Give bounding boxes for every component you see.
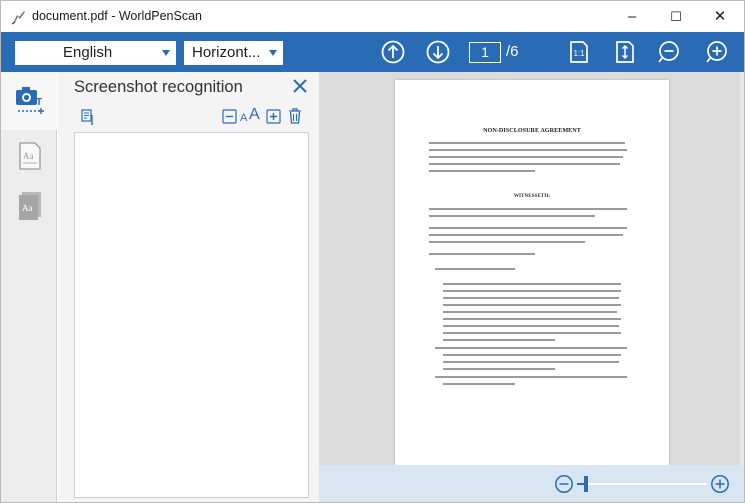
svg-text:1:1: 1:1 xyxy=(573,49,585,58)
close-icon[interactable] xyxy=(290,76,310,96)
svg-text:Aa: Aa xyxy=(22,203,33,213)
text-line xyxy=(429,215,595,217)
panel-title: Screenshot recognition xyxy=(74,78,243,96)
recognized-text-area[interactable] xyxy=(74,132,309,498)
minimize-button[interactable]: – xyxy=(617,5,647,29)
text-line xyxy=(429,156,623,158)
language-value: English xyxy=(63,44,113,61)
font-small-label: A xyxy=(240,112,248,124)
text-line xyxy=(435,347,627,349)
text-line xyxy=(443,311,617,313)
text-line xyxy=(443,318,621,320)
text-line xyxy=(429,253,535,255)
font-large-label: A xyxy=(249,106,260,123)
text-line xyxy=(429,142,625,144)
toolbar: English Horizont... 1 /6 1:1 xyxy=(1,32,744,72)
text-line xyxy=(429,170,535,172)
zoom-slider-track[interactable] xyxy=(577,483,707,485)
chevron-down-icon xyxy=(162,50,170,56)
text-line xyxy=(443,332,621,334)
zoom-out-button-icon[interactable] xyxy=(554,474,574,494)
text-line xyxy=(443,304,621,306)
text-line xyxy=(429,227,627,229)
text-line xyxy=(443,354,621,356)
fit-page-icon[interactable] xyxy=(612,39,638,65)
page-total: /6 xyxy=(506,43,519,60)
previous-page-icon[interactable] xyxy=(380,39,406,65)
panel-toolbar: A A xyxy=(58,106,319,130)
tool-rail: T Aa Aa xyxy=(1,72,57,502)
text-line xyxy=(443,325,619,327)
document-viewer[interactable]: NON-DISCLOSURE AGREEMENT WITNESSETH: xyxy=(319,72,744,465)
text-line xyxy=(443,383,515,385)
text-line xyxy=(429,208,627,210)
orientation-dropdown[interactable]: Horizont... xyxy=(184,41,283,65)
text-line xyxy=(443,297,619,299)
font-decrease-icon[interactable] xyxy=(222,109,237,124)
text-line xyxy=(443,283,621,285)
text-line xyxy=(435,376,627,378)
zoom-slider-fill xyxy=(577,483,584,485)
app-logo-icon xyxy=(11,11,25,25)
document-section-heading: WITNESSETH: xyxy=(513,193,551,199)
trash-icon[interactable] xyxy=(288,108,302,124)
recognition-panel: Screenshot recognition A A xyxy=(58,72,319,502)
screenshot-recognition-icon[interactable]: T xyxy=(14,84,46,116)
title-bar: document.pdf - WorldPenScan – ☐ ✕ xyxy=(1,1,744,32)
text-line xyxy=(429,234,623,236)
document-title: NON-DISCLOSURE AGREEMENT xyxy=(483,127,581,134)
window-title: document.pdf - WorldPenScan xyxy=(32,9,203,23)
chevron-down-icon xyxy=(269,50,277,56)
zoom-in-icon[interactable] xyxy=(704,39,730,65)
text-recognition-icon[interactable]: Aa xyxy=(14,140,46,172)
text-line xyxy=(429,241,585,243)
language-dropdown[interactable]: English xyxy=(15,41,176,65)
svg-text:T: T xyxy=(36,97,42,108)
text-line xyxy=(435,268,515,270)
svg-text:Aa: Aa xyxy=(23,151,34,161)
text-line xyxy=(429,149,627,151)
page-number-input[interactable]: 1 xyxy=(469,42,501,63)
text-line xyxy=(429,163,620,165)
zoom-slider-thumb[interactable] xyxy=(584,476,588,492)
text-line xyxy=(443,290,621,292)
close-button[interactable]: ✕ xyxy=(705,5,735,29)
font-increase-icon[interactable] xyxy=(266,109,281,124)
text-line xyxy=(443,361,619,363)
next-page-icon[interactable] xyxy=(425,39,451,65)
maximize-button[interactable]: ☐ xyxy=(661,5,691,29)
zoom-bar xyxy=(319,465,744,502)
zoom-out-icon[interactable] xyxy=(656,39,682,65)
select-text-icon[interactable] xyxy=(81,109,97,125)
orientation-value: Horizont... xyxy=(192,44,261,61)
text-line xyxy=(443,368,555,370)
app-window: document.pdf - WorldPenScan – ☐ ✕ Englis… xyxy=(0,0,745,503)
zoom-in-button-icon[interactable] xyxy=(710,474,730,494)
actual-size-icon[interactable]: 1:1 xyxy=(566,39,592,65)
document-page: NON-DISCLOSURE AGREEMENT WITNESSETH: xyxy=(395,80,669,465)
document-recognition-icon[interactable]: Aa xyxy=(14,190,46,222)
text-line xyxy=(443,339,555,341)
viewer-scrollbar[interactable] xyxy=(740,72,744,465)
